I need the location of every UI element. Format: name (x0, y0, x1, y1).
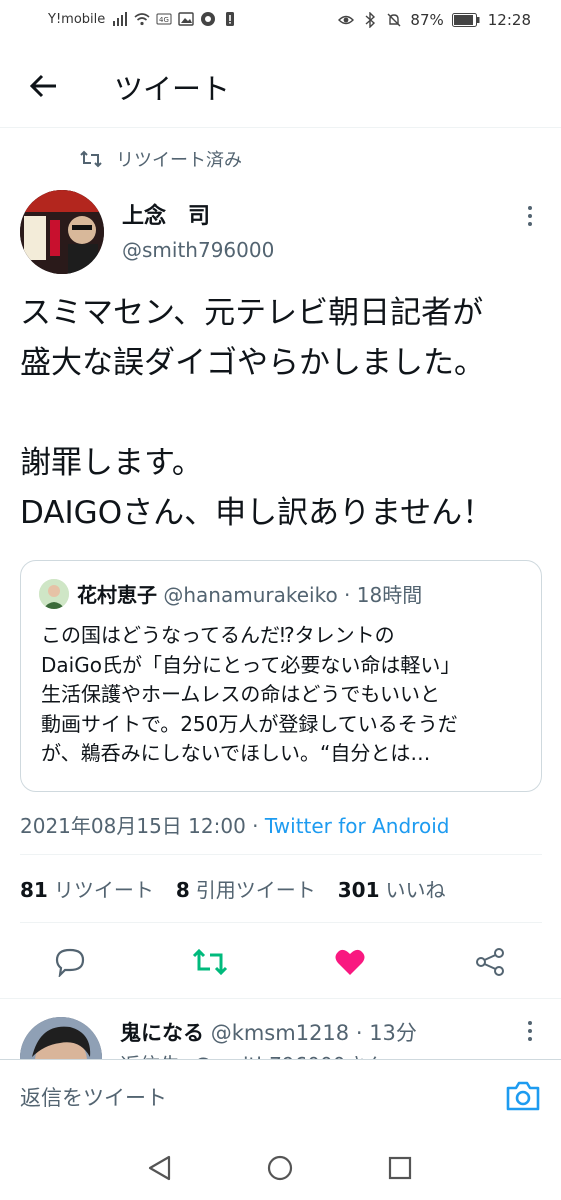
top-app-bar: ツイート (0, 42, 561, 128)
nav-recents-icon[interactable] (385, 1153, 415, 1183)
reply-author-name[interactable]: 鬼になる (120, 1021, 204, 1045)
reply-compose-bar: 返信をツイート (0, 1059, 561, 1131)
battery-icon (451, 13, 480, 27)
quoted-author-name: 花村恵子 (77, 583, 157, 607)
person-avatar-image (39, 579, 69, 609)
tweet-timestamp-row: 2021年08月15日 12:00 · Twitter for Android (20, 810, 449, 839)
retweets-label: リツイート (53, 878, 154, 902)
quoted-meta-separator: · (337, 583, 357, 607)
quoted-time-ago: 18時間 (356, 583, 423, 607)
status-bar: Y!mobile 4G 87% 12:28 (0, 0, 561, 42)
author-handle[interactable]: @smith796000 (122, 238, 274, 262)
quotes-count: 8 (175, 878, 190, 902)
author-name[interactable]: 上念 司 (122, 198, 210, 230)
reply-time-ago: 13分 (369, 1021, 417, 1045)
likes-stat[interactable]: 301 いいね (338, 874, 446, 903)
mute-bell-icon (387, 13, 401, 27)
quoted-tweet-card[interactable]: 花村恵子 @hanamurakeiko · 18時間 この国はどうなってるんだ⁉… (20, 560, 542, 792)
retweet-button[interactable] (190, 940, 230, 984)
wifi-icon (134, 13, 150, 26)
person-avatar-image (20, 1017, 102, 1059)
alert-icon (226, 12, 234, 26)
retweet-context-label: リツイート済み (116, 150, 242, 171)
quotes-stat[interactable]: 8 引用ツイート (176, 874, 316, 903)
share-icon (476, 948, 504, 976)
reply-input[interactable]: 返信をツイート (20, 1082, 167, 1112)
system-nav-bar (0, 1131, 561, 1200)
bluetooth-icon (365, 12, 376, 28)
tweet-action-bar (0, 940, 561, 984)
retweets-count: 81 (20, 878, 48, 902)
gallery-icon (178, 12, 194, 26)
tweet-stats: 81 リツイート 8 引用ツイート 301 いいね (20, 874, 446, 903)
back-arrow-icon[interactable] (24, 66, 64, 106)
reply-more-options-icon[interactable] (524, 1019, 536, 1043)
retweet-small-icon (80, 150, 102, 168)
timestamp-separator: · (245, 814, 265, 838)
page-title: ツイート (114, 72, 231, 106)
retweet-icon (192, 948, 228, 976)
reply-author-handle[interactable]: @kmsm1218 (211, 1021, 349, 1045)
author-avatar[interactable] (20, 190, 104, 274)
tweet-text: スミマセン、元テレビ朝日記者が 盛大な誤ダイゴやらかしました。 謝罪します。 D… (20, 295, 494, 531)
battery-percent: 87% (410, 11, 444, 29)
eye-icon (338, 15, 355, 25)
heart-icon (335, 949, 365, 975)
nav-home-icon[interactable] (265, 1153, 295, 1183)
book-cover-avatar-image (20, 190, 104, 274)
reply-author-avatar[interactable] (20, 1017, 102, 1059)
quoted-author-handle: @hanamurakeiko (163, 583, 338, 607)
chrome-icon (201, 12, 215, 26)
reply-tweet[interactable]: 鬼になる @kmsm1218 · 13分 返信先: @smith796000さん (0, 999, 561, 1059)
divider (20, 922, 542, 923)
share-button[interactable] (470, 940, 510, 984)
nav-back-icon[interactable] (145, 1153, 175, 1183)
tweet-timestamp: 2021年08月15日 12:00 (20, 814, 246, 838)
retweet-context: リツイート済み (80, 146, 242, 172)
divider (20, 854, 542, 855)
carrier-label: Y!mobile (48, 12, 106, 27)
quoted-author-avatar (39, 579, 69, 609)
clock: 12:28 (487, 11, 531, 29)
retweets-stat[interactable]: 81 リツイート (20, 874, 154, 903)
signal-icon (113, 12, 127, 26)
likes-label: いいね (385, 878, 446, 902)
reply-meta-separator: · (349, 1021, 370, 1045)
svg-text:4G: 4G (159, 16, 169, 24)
quoted-tweet-text: この国はどうなってるんだ⁉タレントの DaiGo氏が「自分にとって必要ない命は軽… (41, 623, 461, 765)
quoted-tweet-header: 花村恵子 @hanamurakeiko · 18時間 (77, 579, 422, 608)
reply-to-label: 返信先: @smith796000さん (120, 1049, 385, 1059)
quotes-label: 引用ツイート (195, 878, 316, 902)
reply-header: 鬼になる @kmsm1218 · 13分 (120, 1017, 417, 1047)
reply-button[interactable] (50, 940, 90, 984)
hd-icon: 4G (156, 13, 172, 25)
like-button[interactable] (330, 940, 370, 984)
camera-icon[interactable] (504, 1078, 542, 1114)
reply-icon (55, 948, 85, 977)
more-options-icon[interactable] (524, 204, 536, 228)
tweet-source-link[interactable]: Twitter for Android (265, 814, 450, 838)
likes-count: 301 (337, 878, 380, 902)
